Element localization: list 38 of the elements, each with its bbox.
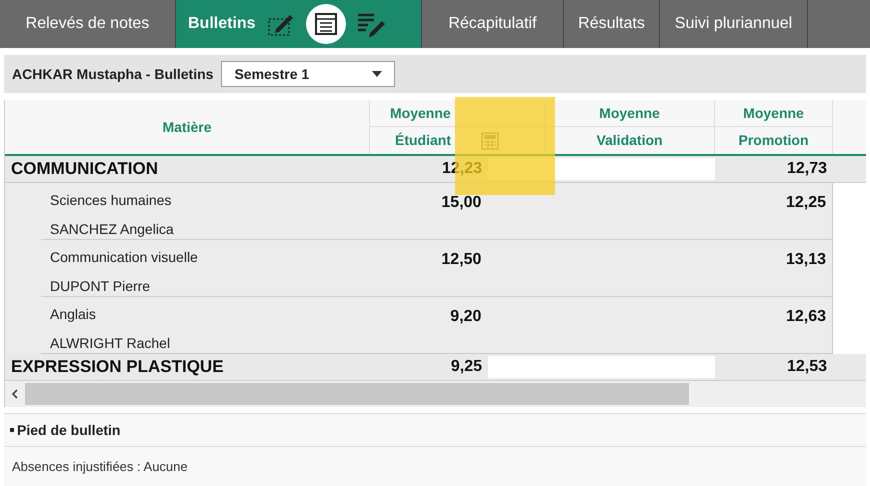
subject-group: EXPRESSION PLASTIQUE [11, 354, 224, 380]
teacher-name: SANCHEZ Angelica [50, 220, 175, 239]
table-cell-text: 12,73 [786, 159, 827, 179]
column-header: Promotion [738, 131, 808, 150]
table-cell-text: 12,63 [786, 307, 826, 327]
table-row[interactable]: Anglais ALWRIGHT Rachel 9,20 12,63 [5, 297, 833, 354]
column-header: Étudiant [395, 131, 451, 150]
group-row[interactable]: EXPRESSION PLASTIQUE 9,25 12,53 [5, 354, 866, 381]
tab[interactable]: Bulletins [176, 0, 422, 48]
subject-name: Communication visuelle [50, 248, 199, 267]
section-title: Pied de bulletin [17, 420, 120, 440]
table-cell-text: 9,25 [450, 357, 482, 377]
horizontal-scrollbar[interactable] [25, 383, 689, 405]
table-cell-text: 13,13 [786, 250, 826, 270]
subject-name: Anglais [50, 305, 97, 324]
period-dropdown[interactable]: Semestre 1 [221, 61, 396, 87]
table-cell-text: 9,20 [450, 307, 482, 327]
absences-text: Absences injustifiées : Aucune [12, 458, 188, 476]
column-header: Validation [596, 131, 663, 150]
subject-group: COMMUNICATION [11, 156, 158, 182]
column-header: Moyenne [743, 104, 804, 123]
dropdown-caret-icon [372, 71, 382, 77]
table-cell-text: 15,00 [441, 193, 482, 213]
column-header: Matière [162, 118, 212, 136]
teacher-name: DUPONT Pierre [50, 277, 152, 296]
column-header: Moyenne [599, 104, 660, 123]
table-view-icon[interactable] [306, 4, 346, 44]
column-header: Moyenne [390, 104, 451, 123]
table-cell-text: 12,53 [786, 357, 827, 377]
teacher-name: ALWRIGHT Rachel [50, 334, 172, 353]
bullet-icon [10, 428, 14, 432]
scroll-left-icon[interactable] [11, 388, 19, 400]
page-title: ACHKAR Mustapha - Bulletins [12, 64, 214, 84]
table-cell-text: 12,25 [786, 193, 826, 213]
table-row[interactable]: Sciences humaines SANCHEZ Angelica 15,00 12,25 [5, 183, 833, 240]
table-cell-text: 12,50 [441, 250, 482, 270]
subject-name: Sciences humaines [50, 191, 172, 210]
table-row[interactable]: Communication visuelle DUPONT Pierre 12,50 13,13 [5, 240, 833, 297]
